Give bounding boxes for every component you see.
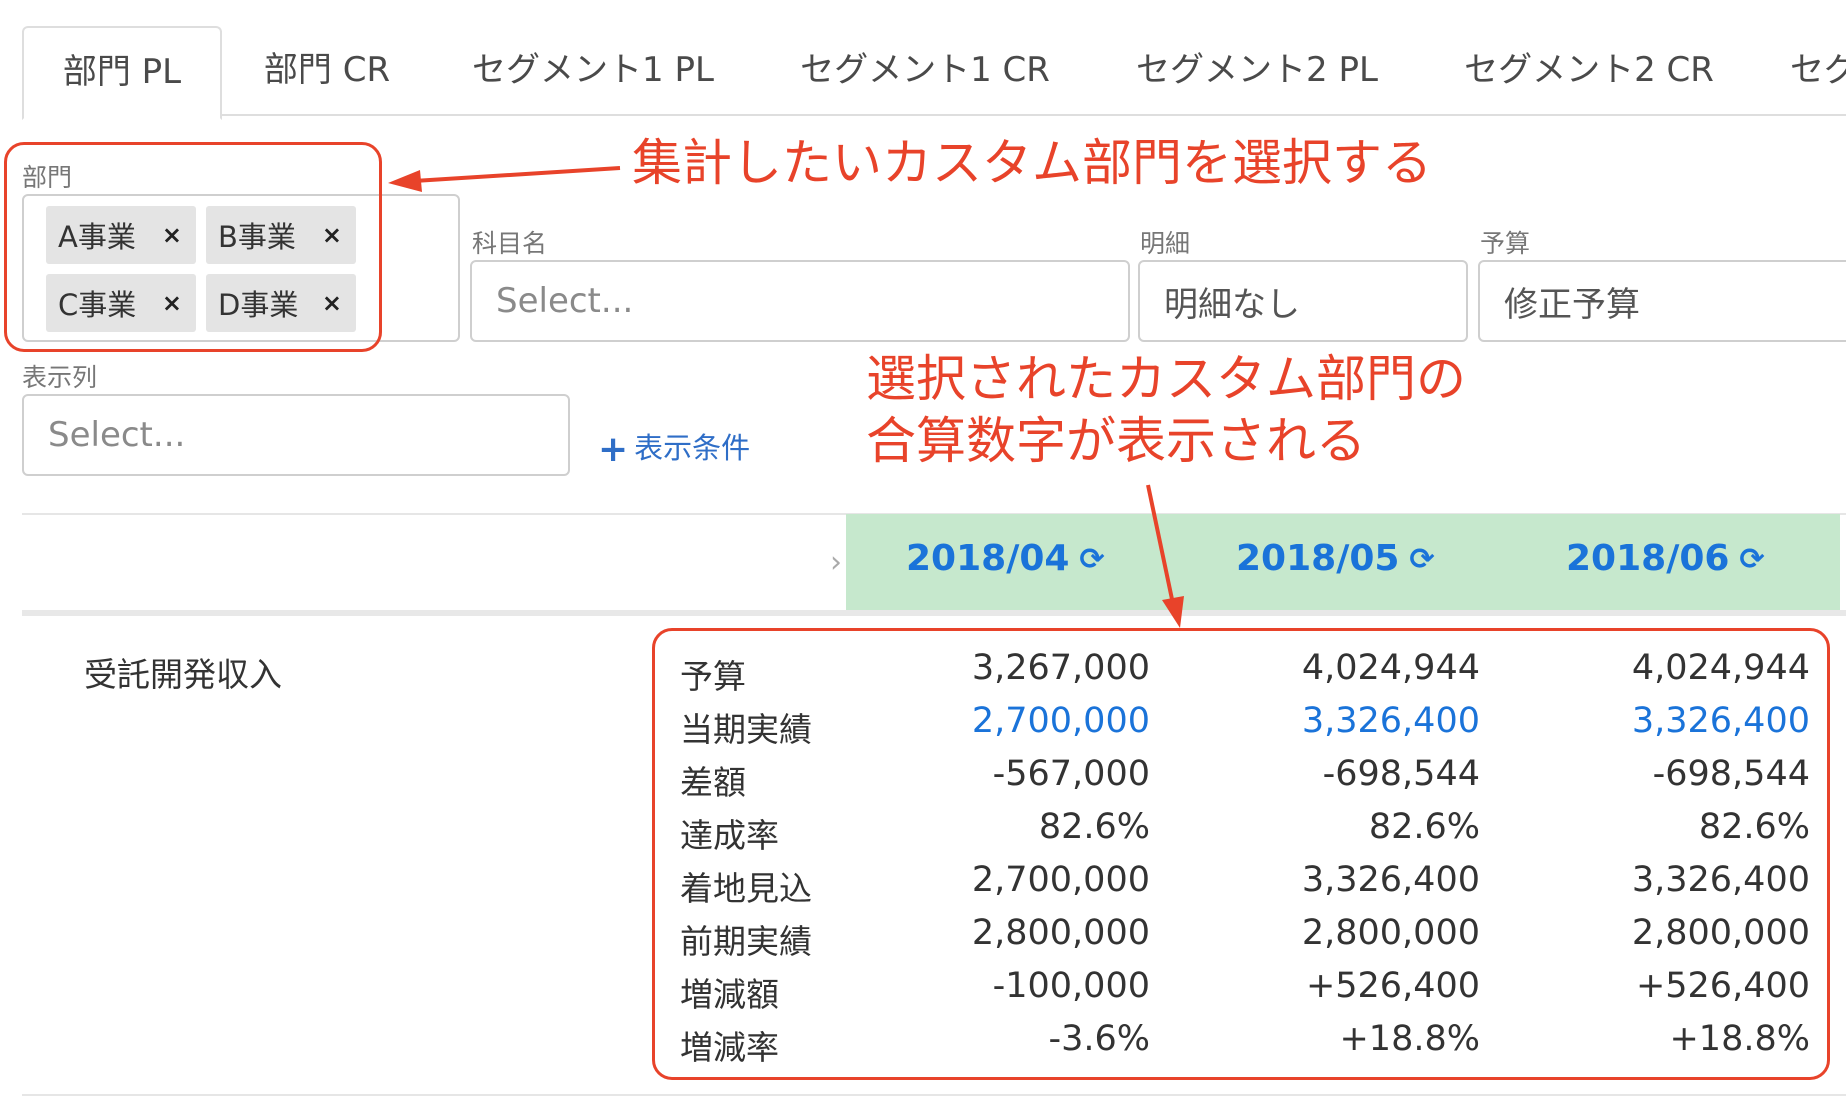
budget-label: 予算 xyxy=(1480,229,1531,258)
month-header-2018-05[interactable]: 2018/05 ⟳ xyxy=(1236,538,1435,579)
annotation-line: 選択されたカスタム部門の xyxy=(866,350,1466,408)
month-label: 2018/05 xyxy=(1236,538,1400,579)
arrow-to-department xyxy=(413,166,621,183)
month-label: 2018/06 xyxy=(1566,538,1730,579)
columns-select[interactable]: Select... xyxy=(22,394,570,476)
arrow-head-department xyxy=(388,170,422,192)
plus-icon: + xyxy=(598,429,629,470)
detail-select[interactable]: 明細なし xyxy=(1138,260,1468,342)
table-header-bottom-border xyxy=(22,610,1846,616)
annotation-select-department: 集計したいカスタム部門を選択する xyxy=(632,134,1432,192)
tab-dept-pl[interactable]: 部門 PL xyxy=(22,26,222,120)
month-header-2018-04[interactable]: 2018/04 ⟳ xyxy=(906,538,1105,579)
annotation-summed-values: 選択されたカスタム部門の 合算数字が表示される xyxy=(866,348,1466,472)
tab-segment2-pl[interactable]: セグメント2 PL xyxy=(1112,26,1402,114)
budget-value: 修正予算 xyxy=(1504,284,1640,325)
month-header-2018-06[interactable]: 2018/06 ⟳ xyxy=(1566,538,1765,579)
columns-label: 表示列 xyxy=(22,363,98,392)
account-name: 受託開発収入 xyxy=(84,655,282,694)
account-placeholder: Select... xyxy=(496,281,634,321)
add-condition-label: 表示条件 xyxy=(634,431,751,465)
tab-bar-divider xyxy=(22,114,1846,116)
chevron-right-icon[interactable]: › xyxy=(830,545,842,580)
annotation-line: 合算数字が表示される xyxy=(866,412,1366,470)
refresh-icon[interactable]: ⟳ xyxy=(1409,542,1434,577)
tab-segment2-cr[interactable]: セグメント2 CR xyxy=(1444,26,1734,114)
columns-placeholder: Select... xyxy=(48,415,186,455)
budget-select[interactable]: 修正予算 xyxy=(1478,260,1846,342)
refresh-icon[interactable]: ⟳ xyxy=(1079,542,1104,577)
tab-bar: 部門 PL 部門 CR セグメント1 PL セグメント1 CR セグメント2 P… xyxy=(0,0,1846,120)
department-highlight-box xyxy=(4,142,382,352)
detail-label: 明細 xyxy=(1140,229,1191,258)
table-bottom-border xyxy=(22,1094,1846,1096)
add-condition-link[interactable]: + 表示条件 xyxy=(598,425,750,470)
tab-segment1-cr[interactable]: セグメント1 CR xyxy=(780,26,1070,114)
values-highlight-box xyxy=(652,628,1830,1080)
detail-value: 明細なし xyxy=(1164,284,1300,325)
tab-segment-more[interactable]: セグ xyxy=(1790,26,1846,114)
tab-segment1-pl[interactable]: セグメント1 PL xyxy=(448,26,738,114)
account-select[interactable]: Select... xyxy=(470,260,1130,342)
refresh-icon[interactable]: ⟳ xyxy=(1739,542,1764,577)
month-label: 2018/04 xyxy=(906,538,1070,579)
tab-dept-cr[interactable]: 部門 CR xyxy=(232,26,422,114)
account-label: 科目名 xyxy=(472,229,548,258)
